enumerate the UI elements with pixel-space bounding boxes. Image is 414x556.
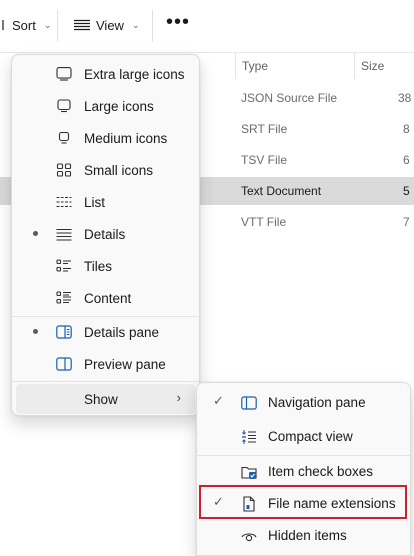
checkmark-icon: ✓ — [213, 393, 224, 408]
sort-icon — [2, 20, 4, 30]
menu-item-label: Content — [84, 291, 132, 306]
column-header-type[interactable]: Type — [242, 59, 268, 73]
menu-item-content[interactable]: Content — [16, 283, 195, 313]
file-type: Text Document — [241, 184, 322, 198]
file-size: 6 — [403, 153, 410, 167]
chevron-right-icon: › — [176, 390, 181, 405]
file-type: TSV File — [241, 153, 288, 167]
menu-item-label: Medium icons — [84, 131, 168, 146]
menu-item-details[interactable]: Details — [16, 219, 195, 249]
view-icon — [74, 19, 90, 31]
menu-item-large-icons[interactable]: Large icons — [16, 91, 195, 121]
file-size: 8 — [403, 122, 410, 136]
more-options-button[interactable]: ••• — [166, 12, 190, 32]
menu-item-label: Preview pane — [84, 357, 166, 372]
file-size: 38 — [398, 91, 412, 105]
menu-item-label: Tiles — [84, 259, 113, 274]
preview-pane-icon — [56, 357, 72, 371]
highlight-box — [199, 485, 407, 519]
menu-item-label: Show — [84, 392, 118, 407]
menu-item-extra-large-icons[interactable]: Extra large icons — [16, 59, 195, 89]
column-divider[interactable] — [235, 53, 236, 79]
sort-label: Sort — [12, 17, 36, 33]
menu-item-label: Details — [84, 227, 126, 242]
more-icon: ••• — [166, 11, 191, 33]
file-size: 7 — [403, 215, 410, 229]
menu-item-medium-icons[interactable]: Medium icons — [16, 123, 195, 153]
menu-item-navigation-pane[interactable]: ✓ Navigation pane — [201, 387, 406, 417]
toolbar-divider — [152, 10, 153, 42]
small-icons-icon — [56, 163, 72, 177]
view-label: View — [96, 17, 124, 33]
large-icons-icon — [56, 99, 72, 113]
details-icon — [56, 227, 72, 241]
view-button[interactable]: View ⌄ — [74, 13, 140, 37]
menu-item-tiles[interactable]: Tiles — [16, 251, 195, 281]
selected-bullet-icon — [33, 329, 38, 334]
menu-item-label: Hidden items — [268, 528, 347, 543]
menu-item-label: Extra large icons — [84, 67, 185, 82]
menu-item-list[interactable]: List — [16, 187, 195, 217]
chevron-down-icon: ⌄ — [131, 19, 140, 30]
extra-large-icons-icon — [56, 67, 72, 81]
menu-item-label: Large icons — [84, 99, 154, 114]
item-check-boxes-icon — [241, 464, 257, 480]
menu-item-show[interactable]: Show › — [16, 384, 195, 414]
hidden-items-icon — [241, 528, 257, 544]
sort-button[interactable]: Sort ⌄ — [0, 13, 51, 37]
show-submenu: ✓ Navigation pane Compact view Item chec… — [196, 382, 411, 556]
navigation-pane-icon — [241, 395, 257, 411]
menu-item-label: Small icons — [84, 163, 154, 178]
compact-view-icon — [241, 429, 257, 445]
menu-separator — [12, 381, 199, 382]
file-size: 5 — [403, 184, 410, 198]
menu-item-label: Item check boxes — [268, 464, 374, 479]
column-header-size[interactable]: Size — [361, 59, 384, 73]
menu-item-label: List — [84, 195, 106, 210]
menu-item-small-icons[interactable]: Small icons — [16, 155, 195, 185]
tiles-icon — [56, 259, 72, 273]
chevron-down-icon: ⌄ — [43, 19, 52, 30]
menu-item-label: Details pane — [84, 325, 160, 340]
column-divider[interactable] — [354, 53, 355, 79]
toolbar-divider — [57, 10, 58, 42]
menu-item-item-check-boxes[interactable]: Item check boxes — [201, 456, 406, 486]
file-type: JSON Source File — [241, 91, 338, 105]
menu-item-hidden-items[interactable]: Hidden items — [201, 520, 406, 550]
menu-item-details-pane[interactable]: Details pane — [16, 317, 195, 347]
content-icon — [56, 291, 72, 305]
menu-item-preview-pane[interactable]: Preview pane — [16, 349, 195, 379]
file-type: SRT File — [241, 122, 288, 136]
file-type: VTT File — [241, 215, 287, 229]
details-pane-icon — [56, 325, 72, 339]
menu-item-label: Navigation pane — [268, 395, 366, 410]
selected-bullet-icon — [33, 231, 38, 236]
menu-item-label: Compact view — [268, 429, 353, 444]
menu-item-compact-view[interactable]: Compact view — [201, 421, 406, 451]
view-menu: Extra large icons Large icons Medium ico… — [11, 54, 200, 416]
list-icon — [56, 195, 72, 209]
medium-icons-icon — [56, 131, 72, 145]
command-bar: Sort ⌄ View ⌄ ••• — [0, 0, 414, 50]
